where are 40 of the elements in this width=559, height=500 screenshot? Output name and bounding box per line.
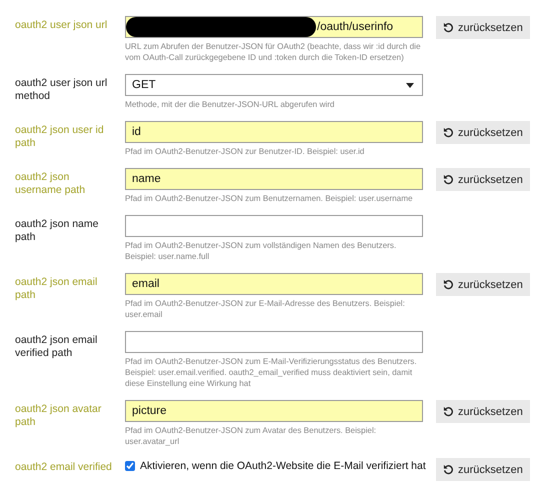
setting-description: Pfad im OAuth2-Benutzer-JSON zum Avatar des Benutzers. Beispiel: user.avatar_url: [125, 425, 378, 447]
text-field[interactable]: id: [125, 121, 423, 143]
setting-description: Pfad im OAuth2-Benutzer-JSON zum Benutzernamen. Beispiel: user.username: [125, 193, 414, 204]
setting-label: oauth2 user json url: [15, 18, 108, 32]
setting-label: oauth2 json avatar path: [15, 402, 102, 429]
undo-icon: [443, 406, 454, 417]
setting-label: oauth2 json username path: [15, 170, 86, 197]
method-dropdown[interactable]: GET: [125, 74, 423, 96]
setting-description: Pfad im OAuth2-Benutzer-JSON zum E-Mail-Verifizierungsstatus des Benutzers. Beispiel: user.email.verified. oauth2_email_verified muss deaktiviert sein, damit diese Einstellung eine Wirkung hat: [125, 356, 418, 389]
undo-icon: [443, 464, 454, 475]
reset-button[interactable]: zurücksetzen: [436, 273, 530, 296]
setting-label: oauth2 json name path: [15, 217, 100, 244]
text-field[interactable]: email: [125, 273, 423, 295]
text-field[interactable]: [125, 215, 423, 237]
setting-description: Pfad im OAuth2-Benutzer-JSON zum vollständigen Namen des Benutzers. Beispiel: user.name.full: [125, 240, 398, 262]
setting-label: oauth2 json user id path: [15, 123, 105, 150]
undo-icon: [443, 127, 454, 138]
setting-label: oauth2 json email verified path: [15, 333, 98, 360]
checkbox-label: Aktivieren, wenn die OAuth2-Website die E-Mail verifiziert hat: [140, 460, 426, 472]
setting-description: Pfad im OAuth2-Benutzer-JSON zur E-Mail-Adresse des Benutzers. Beispiel: user.email: [125, 298, 406, 320]
undo-icon: [443, 279, 454, 290]
reset-button[interactable]: zurücksetzen: [436, 121, 530, 144]
setting-description: Pfad im OAuth2-Benutzer-JSON zur Benutzer-ID. Beispiel: user.id: [125, 146, 366, 157]
setting-description: Methode, mit der die Benutzer-JSON-URL abgerufen wird: [125, 99, 336, 110]
caret-icon: [406, 82, 414, 88]
setting-description: URL zum Abrufen der Benutzer-JSON für OAuth2 (beachte, dass wir :id durch die vom OAuth-Call zurückgegebene ID und :token durch die Token-ID ersetzen): [125, 41, 422, 63]
checkbox[interactable]: [125, 461, 135, 471]
reset-button[interactable]: zurücksetzen: [436, 458, 530, 481]
text-field[interactable]: /oauth/userinfo: [125, 16, 423, 38]
setting-label: oauth2 email verified: [15, 460, 113, 474]
undo-icon: [443, 174, 454, 185]
setting-label: oauth2 json email path: [15, 275, 98, 302]
undo-icon: [443, 22, 454, 33]
text-field[interactable]: [125, 331, 423, 353]
text-field[interactable]: name: [125, 168, 423, 190]
text-field[interactable]: picture: [125, 400, 423, 422]
reset-button[interactable]: zurücksetzen: [436, 400, 530, 423]
setting-label: oauth2 user json url method: [15, 76, 108, 103]
reset-button[interactable]: zurücksetzen: [436, 168, 530, 191]
reset-button[interactable]: zurücksetzen: [436, 16, 530, 39]
